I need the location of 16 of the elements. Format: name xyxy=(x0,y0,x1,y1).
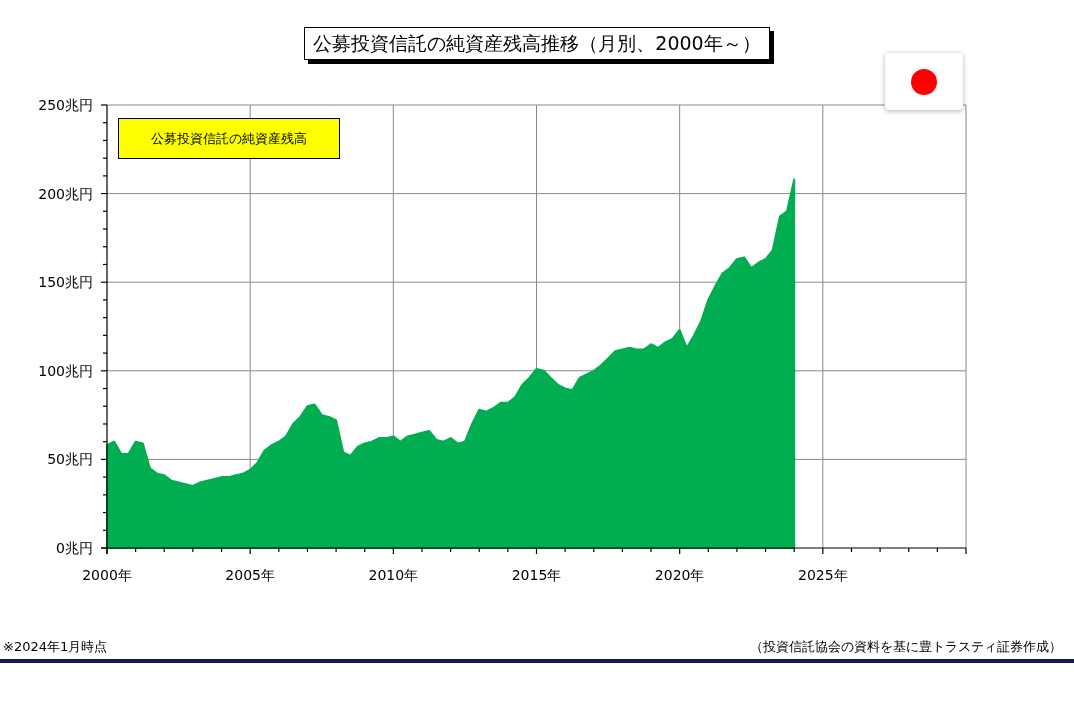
x-tick-label: 2005年 xyxy=(225,567,275,583)
y-tick-label: 0兆円 xyxy=(56,540,93,556)
y-tick-label: 200兆円 xyxy=(38,185,93,202)
flag-icon xyxy=(910,67,938,96)
y-tick-label: 100兆円 xyxy=(38,362,93,379)
y-tick-label: 150兆円 xyxy=(38,274,93,291)
y-tick-label: 250兆円 xyxy=(38,97,93,113)
y-tick-label: 50兆円 xyxy=(47,451,93,468)
x-tick-label: 2015年 xyxy=(511,567,562,583)
x-tick-label: 2020年 xyxy=(654,567,705,583)
source-note: （投資信託協会の資料を基に豊トラスティ証券作成） xyxy=(750,639,1062,656)
footnote: ※2024年1月時点 xyxy=(3,639,108,656)
x-tick-label: 2010年 xyxy=(368,567,419,583)
legend-label: 公募投資信託の純資産残高 xyxy=(118,118,340,159)
x-tick-label: 2025年 xyxy=(798,567,848,583)
x-tick-label: 2000年 xyxy=(82,567,132,583)
